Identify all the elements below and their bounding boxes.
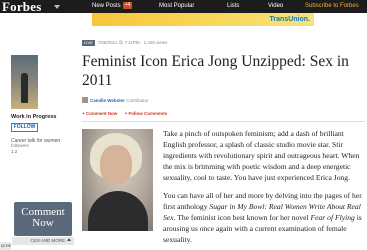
new-posts-badge: +4 [122, 2, 133, 9]
nav-new-posts-label: New Posts [92, 3, 121, 9]
more-bar[interactable]: CES AND MORE [12, 237, 74, 245]
article-paragraph-2: You can have all of her and more by delv… [163, 191, 363, 246]
nav-lists[interactable]: Lists [227, 0, 239, 13]
article-date-views: 7/06/2011 @ 7:11PM · 1,425 views [97, 40, 168, 45]
nav-video[interactable]: Video [268, 0, 283, 13]
nav-most-popular[interactable]: Most Popular [159, 0, 194, 13]
photo-figure [21, 73, 28, 103]
status-url: ur.net [0, 242, 11, 250]
article-photo [82, 129, 153, 231]
author-avatar[interactable] [82, 97, 88, 103]
article-meta: LIVE 7/06/2011 @ 7:11PM · 1,425 views [82, 39, 167, 46]
follow-button[interactable]: FOLLOW [11, 123, 38, 132]
ad-banner[interactable]: TransUnion. [92, 13, 314, 26]
live-badge: LIVE [82, 40, 95, 46]
chevron-up-icon [67, 238, 71, 241]
comment-now-label: Now [32, 217, 54, 229]
comment-now-button[interactable]: Comment Now [14, 202, 72, 236]
forbes-logo[interactable]: Forbes [2, 0, 41, 13]
follow-comments-link[interactable]: + Follow Comments [125, 111, 168, 116]
more-bar-label: CES AND MORE [30, 238, 65, 243]
novel-title: Fear of Flying [310, 212, 355, 222]
top-nav-bar: Forbes New Posts +4 Most Popular Lists Vi… [0, 0, 367, 13]
blog-photo[interactable] [11, 55, 38, 109]
author-name-link[interactable]: Camille Webster [90, 98, 125, 103]
chevron-down-icon[interactable] [54, 5, 60, 9]
author-role: Contributor [126, 98, 149, 103]
photo-face [100, 145, 132, 185]
ad-brand-text: TransUnion. [269, 16, 310, 23]
nav-subscribe[interactable]: Subscribe to Forbes [305, 0, 359, 13]
comment-now-link[interactable]: + Comment Now [82, 111, 117, 116]
author-byline: Camille Webster Contributor [82, 97, 148, 105]
page-links[interactable]: 1 2 [11, 149, 17, 154]
nav-new-posts[interactable]: New Posts +4 [92, 0, 133, 13]
article-paragraph-1: Take a pinch of outspoken feminism; add … [163, 129, 360, 182]
followers-text: followers [11, 143, 29, 148]
blog-title[interactable]: Work in Progress [11, 114, 56, 120]
article-title: Feminist Icon Erica Jong Unzipped: Sex i… [82, 53, 349, 89]
comment-label: Comment [21, 206, 65, 218]
divider [82, 121, 365, 122]
para2-text-b: . The feminist icon best known for her n… [173, 212, 311, 222]
photo-body [88, 191, 148, 231]
article-actions: + Comment Now + Follow Comments [82, 110, 173, 118]
